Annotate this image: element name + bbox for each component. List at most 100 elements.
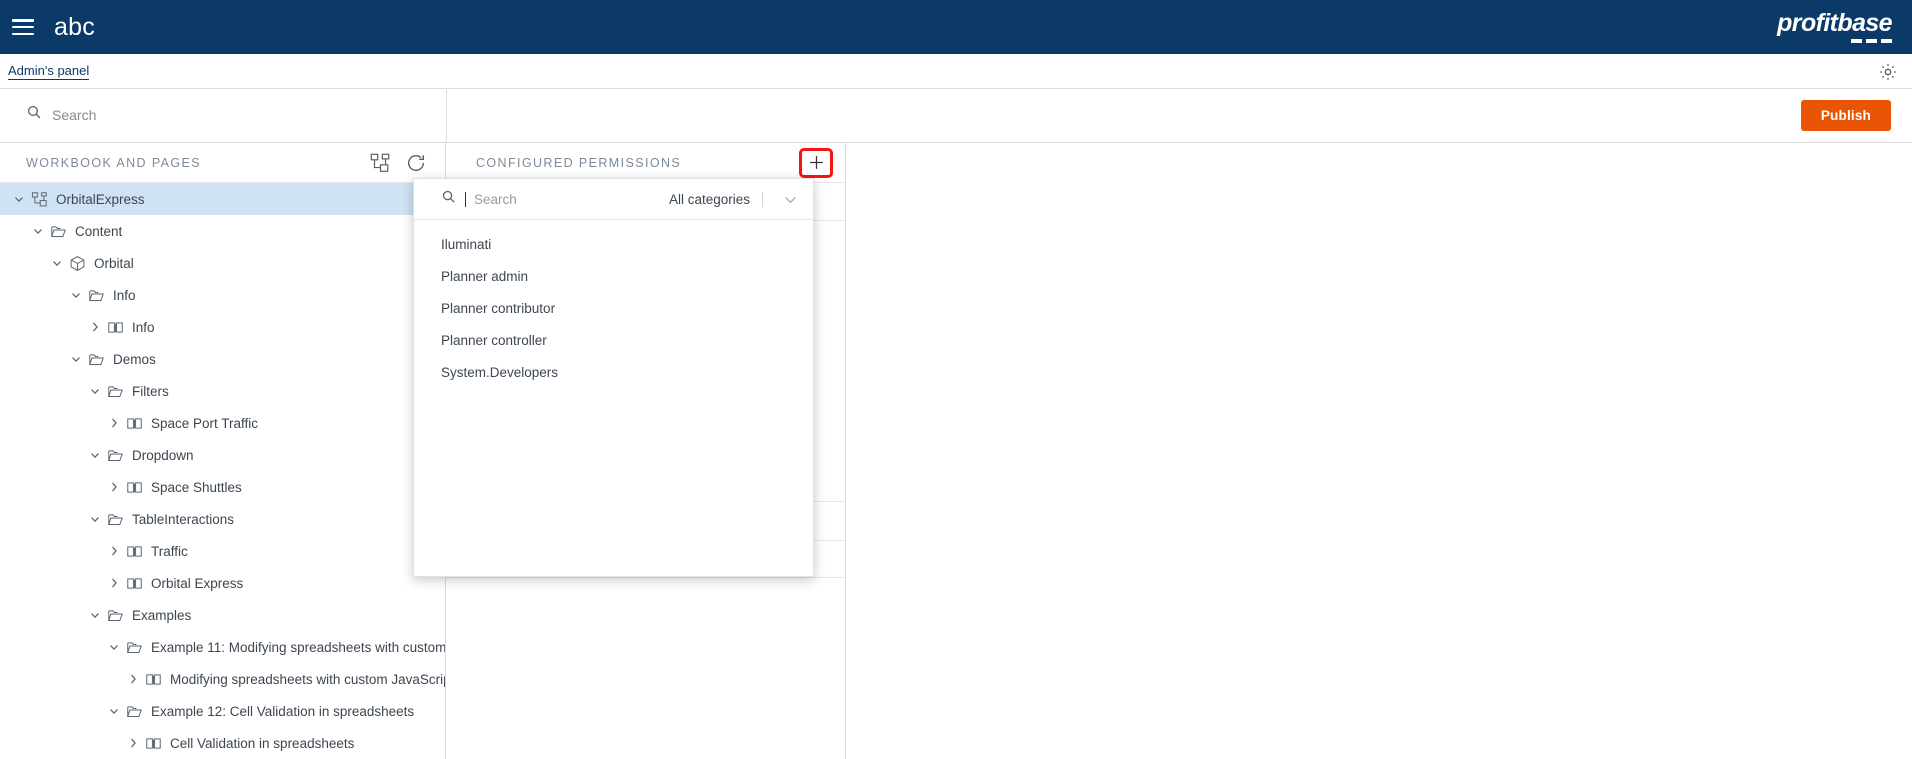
add-permission-button[interactable] — [799, 147, 833, 178]
page-icon — [107, 319, 124, 336]
search-input[interactable] — [52, 106, 372, 123]
tree-item-label: OrbitalExpress — [56, 191, 145, 207]
refresh-icon[interactable] — [405, 152, 427, 174]
search-toolbar: Publish — [0, 90, 1912, 143]
folder-icon — [107, 447, 124, 464]
folder-icon — [50, 223, 67, 240]
hamburger-menu-icon[interactable] — [12, 19, 34, 35]
tree-item[interactable]: Example 11: Modifying spreadsheets with … — [0, 631, 445, 663]
dropdown-search-row: All categories — [414, 179, 813, 220]
tree-item-label: Orbital — [94, 255, 134, 271]
dropdown-item[interactable]: Iluminati — [414, 228, 813, 260]
chevron-right-icon[interactable] — [107, 416, 121, 430]
dropdown-item[interactable]: Planner controller — [414, 324, 813, 356]
tree-item[interactable]: Content — [0, 215, 445, 247]
chevron-down-icon[interactable] — [782, 191, 799, 208]
gear-icon[interactable] — [1878, 62, 1898, 82]
chevron-right-icon[interactable] — [88, 320, 102, 334]
workbook-icon[interactable] — [369, 152, 391, 174]
chevron-right-icon[interactable] — [107, 576, 121, 590]
tree-item[interactable]: Cell Validation in spreadsheets — [0, 727, 445, 759]
profitbase-logo: profitbase — [1777, 9, 1893, 43]
tree-item-label: Traffic — [151, 543, 188, 559]
chevron-right-icon[interactable] — [107, 480, 121, 494]
sidebar-header-title: WORKBOOK AND PAGES — [26, 155, 201, 170]
chevron-right-icon[interactable] — [126, 736, 140, 750]
publish-button[interactable]: Publish — [1800, 100, 1891, 131]
page-icon — [126, 479, 143, 496]
tree-item-label: Cell Validation in spreadsheets — [170, 735, 355, 751]
category-filter-label[interactable]: All categories — [669, 191, 763, 207]
breadcrumb-admins-panel[interactable]: Admin's panel — [8, 63, 90, 80]
chevron-down-icon[interactable] — [31, 224, 45, 238]
tree-item[interactable]: TableInteractions — [0, 503, 445, 535]
workbook-sidebar: WORKBOOK AND PAGES OrbitalExpress Content… — [0, 143, 446, 759]
permission-picker-dropdown: All categories IluminatiPlanner adminPla… — [413, 178, 814, 577]
tree-item[interactable]: Examples — [0, 599, 445, 631]
tree-item[interactable]: OrbitalExpress — [0, 183, 445, 215]
chevron-down-icon[interactable] — [107, 640, 121, 654]
tree-item-label: Demos — [113, 351, 156, 367]
page-icon — [126, 575, 143, 592]
tree-item[interactable]: Orbital — [0, 247, 445, 279]
dropdown-item[interactable]: Planner contributor — [414, 292, 813, 324]
tree-item-label: Example 11: Modifying spreadsheets with … — [151, 639, 445, 655]
dropdown-item[interactable]: System.Developers — [414, 356, 813, 388]
tree-item-label: Example 12: Cell Validation in spreadshe… — [151, 703, 415, 719]
chevron-down-icon[interactable] — [12, 192, 26, 206]
chevron-down-icon[interactable] — [88, 448, 102, 462]
chevron-down-icon[interactable] — [88, 384, 102, 398]
tree-item[interactable]: Filters — [0, 375, 445, 407]
dropdown-search-input[interactable] — [474, 191, 660, 207]
text-caret — [465, 191, 466, 207]
tree-item[interactable]: Demos — [0, 343, 445, 375]
tree-item-label: Dropdown — [132, 447, 194, 463]
search-icon — [441, 189, 456, 209]
folder-icon — [126, 639, 143, 656]
chevron-down-icon[interactable] — [69, 352, 83, 366]
folder-icon — [88, 351, 105, 368]
chevron-right-icon[interactable] — [107, 544, 121, 558]
permissions-header-title: CONFIGURED PERMISSIONS — [476, 155, 682, 170]
tree-item[interactable]: Space Port Traffic — [0, 407, 445, 439]
page-icon — [145, 735, 162, 752]
page-icon — [145, 671, 162, 688]
brand-wordmark: profitbase — [1777, 9, 1892, 37]
app-title: abc — [54, 12, 95, 41]
tree-item[interactable]: Info — [0, 279, 445, 311]
toolbar-divider — [446, 90, 447, 142]
chevron-down-icon[interactable] — [69, 288, 83, 302]
chevron-down-icon[interactable] — [107, 704, 121, 718]
tree-item[interactable]: Orbital Express — [0, 567, 445, 599]
dropdown-item[interactable]: Planner admin — [414, 260, 813, 292]
tree-item-label: Info — [132, 319, 155, 335]
tree-item[interactable]: Traffic — [0, 535, 445, 567]
tree-item-label: Content — [75, 223, 123, 239]
sidebar-header: WORKBOOK AND PAGES — [0, 143, 445, 183]
tree-item-label: Examples — [132, 607, 192, 623]
tree-item-label: Info — [113, 287, 136, 303]
tree-item[interactable]: Dropdown — [0, 439, 445, 471]
tree-item[interactable]: Info — [0, 311, 445, 343]
folder-icon — [107, 511, 124, 528]
cube-icon — [69, 255, 86, 272]
chevron-down-icon[interactable] — [88, 608, 102, 622]
tree-item-label: Filters — [132, 383, 169, 399]
search-field-wrapper[interactable] — [26, 104, 372, 125]
page-icon — [126, 543, 143, 560]
chevron-right-icon[interactable] — [126, 672, 140, 686]
tree-item[interactable]: Modifying spreadsheets with custom JavaS… — [0, 663, 445, 695]
tree-item-label: Modifying spreadsheets with custom JavaS… — [170, 671, 445, 687]
chevron-down-icon[interactable] — [88, 512, 102, 526]
workbook-icon — [31, 191, 48, 208]
search-icon — [26, 104, 42, 125]
chevron-down-icon[interactable] — [50, 256, 64, 270]
tree-item[interactable]: Example 12: Cell Validation in spreadshe… — [0, 695, 445, 727]
folder-icon — [126, 703, 143, 720]
brand-dashes — [1777, 39, 1892, 43]
workbook-tree: OrbitalExpress Content Orbital Info Info Demo… — [0, 183, 445, 759]
folder-icon — [107, 607, 124, 624]
tree-item[interactable]: Space Shuttles — [0, 471, 445, 503]
page-icon — [126, 415, 143, 432]
permissions-header: CONFIGURED PERMISSIONS — [446, 143, 845, 183]
